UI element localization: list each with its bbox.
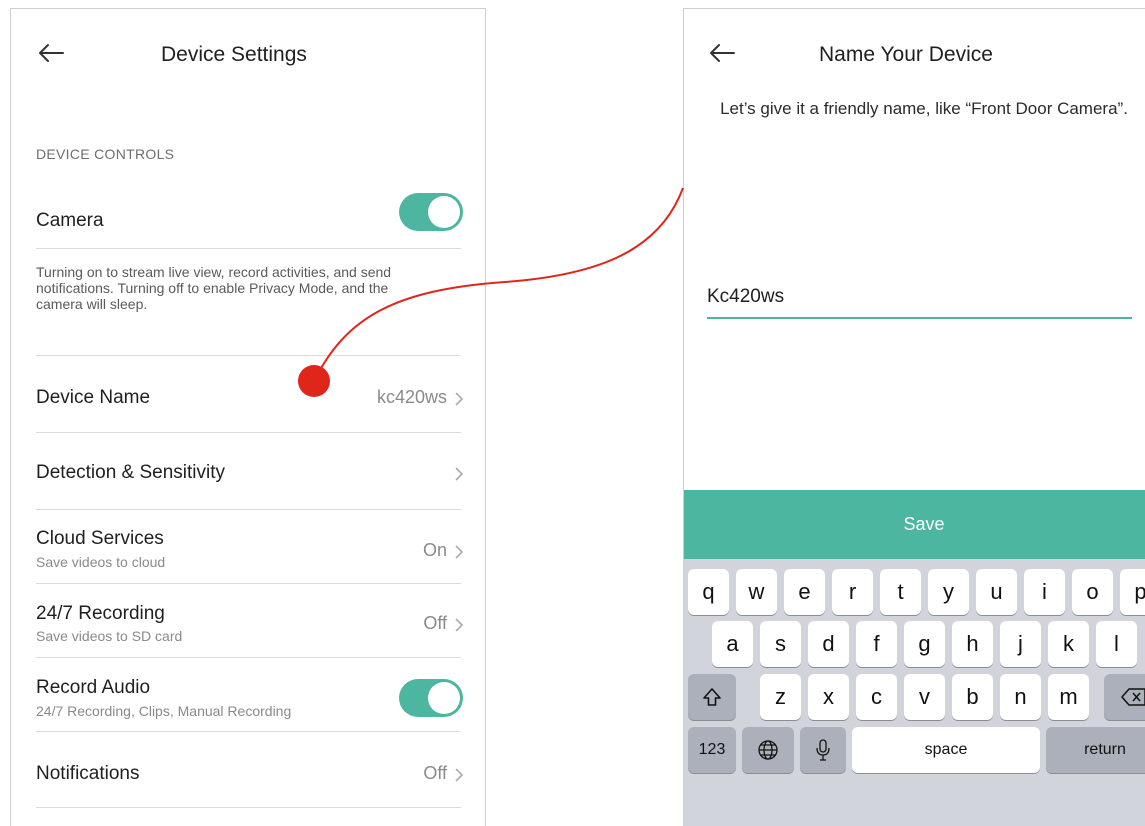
microphone-key[interactable]: [800, 727, 846, 773]
key-q[interactable]: q: [688, 569, 729, 615]
chevron-right-icon: [455, 392, 464, 406]
key-g[interactable]: g: [904, 621, 945, 667]
back-arrow-icon[interactable]: [706, 37, 738, 69]
divider: [36, 432, 461, 433]
divider: [36, 807, 461, 808]
chevron-right-icon: [455, 467, 464, 481]
record-audio-toggle[interactable]: [399, 679, 463, 717]
divider: [36, 355, 461, 356]
key-a[interactable]: a: [712, 621, 753, 667]
page-title: Device Settings: [161, 43, 307, 66]
device-name-value: kc420ws: [376, 387, 447, 407]
key-m[interactable]: m: [1048, 674, 1089, 720]
device-name-label: Device Name: [36, 387, 151, 408]
key-d[interactable]: d: [808, 621, 849, 667]
key-s[interactable]: s: [760, 621, 801, 667]
back-arrow-icon[interactable]: [35, 37, 67, 69]
chevron-right-icon: [455, 768, 464, 782]
key-h[interactable]: h: [952, 621, 993, 667]
key-i[interactable]: i: [1024, 569, 1065, 615]
key-l[interactable]: l: [1096, 621, 1137, 667]
record-audio-sub: 24/7 Recording, Clips, Manual Recording: [36, 703, 292, 719]
key-b[interactable]: b: [952, 674, 993, 720]
key-t[interactable]: t: [880, 569, 921, 615]
detection-label: Detection & Sensitivity: [36, 462, 226, 483]
key-n[interactable]: n: [1000, 674, 1041, 720]
key-k[interactable]: k: [1048, 621, 1089, 667]
camera-label: Camera: [36, 210, 104, 231]
key-u[interactable]: u: [976, 569, 1017, 615]
section-header: DEVICE CONTROLS: [36, 146, 175, 162]
camera-description: Turning on to stream live view, record a…: [36, 264, 392, 312]
key-x[interactable]: x: [808, 674, 849, 720]
divider: [36, 731, 461, 732]
return-key[interactable]: return: [1046, 727, 1145, 773]
key-e[interactable]: e: [784, 569, 825, 615]
backspace-icon: [1121, 688, 1145, 706]
key-z[interactable]: z: [760, 674, 801, 720]
key-v[interactable]: v: [904, 674, 945, 720]
recording-sub: Save videos to SD card: [36, 628, 183, 644]
key-w[interactable]: w: [736, 569, 777, 615]
notifications-value: Off: [423, 763, 447, 783]
device-settings-screen: Device Settings DEVICE CONTROLS Camera T…: [10, 8, 486, 826]
page-title: Name Your Device: [819, 43, 993, 66]
divider: [36, 248, 461, 249]
microphone-icon: [816, 739, 830, 761]
notifications-label: Notifications: [36, 763, 140, 784]
name-device-screen: Name Your Device Let’s give it a friendl…: [683, 8, 1145, 826]
key-r[interactable]: r: [832, 569, 873, 615]
chevron-right-icon: [455, 545, 464, 559]
divider: [36, 509, 461, 510]
toggle-knob: [428, 196, 460, 228]
globe-key[interactable]: [742, 727, 794, 773]
cloud-services-label: Cloud Services: [36, 528, 164, 549]
chevron-right-icon: [455, 618, 464, 632]
save-button[interactable]: Save: [684, 490, 1145, 559]
numbers-key[interactable]: 123: [688, 727, 736, 773]
cloud-services-value: On: [422, 540, 447, 560]
divider: [36, 583, 461, 584]
recording-value: Off: [423, 613, 447, 633]
keyboard: qwertyuiop asdfghjkl zxcvbnm 123 space r…: [684, 559, 1145, 826]
key-j[interactable]: j: [1000, 621, 1041, 667]
divider: [36, 657, 461, 658]
delete-key[interactable]: [1104, 674, 1145, 720]
shift-icon: [703, 688, 721, 706]
shift-key[interactable]: [688, 674, 736, 720]
recording-label: 24/7 Recording: [36, 603, 165, 624]
toggle-knob: [428, 682, 460, 714]
camera-toggle[interactable]: [399, 193, 463, 231]
record-audio-label: Record Audio: [36, 677, 151, 698]
space-key[interactable]: space: [852, 727, 1040, 773]
key-c[interactable]: c: [856, 674, 897, 720]
key-o[interactable]: o: [1072, 569, 1113, 615]
hint-text: Let’s give it a friendly name, like “Fro…: [720, 99, 1128, 118]
key-y[interactable]: y: [928, 569, 969, 615]
cloud-services-sub: Save videos to cloud: [36, 554, 166, 570]
device-name-input[interactable]: [707, 277, 1132, 319]
key-f[interactable]: f: [856, 621, 897, 667]
globe-icon: [758, 740, 778, 760]
key-p[interactable]: p: [1120, 569, 1145, 615]
